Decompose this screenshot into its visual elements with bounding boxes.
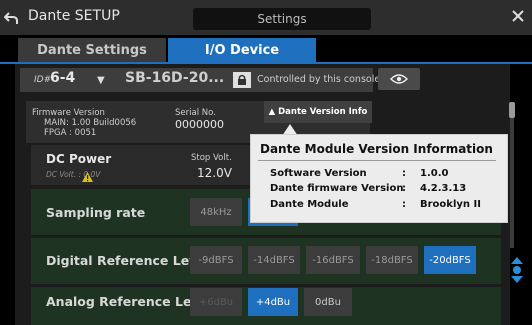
serial-value: 0000000 (175, 118, 224, 131)
scrollbar-track[interactable] (510, 102, 514, 248)
digital-ref-option[interactable]: -18dBFS (366, 246, 418, 274)
firmware-main-version: MAIN: 1.00 Build0056 (44, 118, 137, 128)
dc-power-title: DC Power (46, 152, 112, 166)
close-button[interactable] (508, 6, 528, 26)
settings-button[interactable]: Settings (193, 8, 371, 30)
scrollbar-thumb[interactable] (509, 102, 515, 118)
controlled-status: Controlled by this console (257, 74, 381, 85)
digital-ref-option[interactable]: -14dBFS (248, 246, 300, 274)
popup-row-sep: : (402, 199, 406, 210)
popup-row-value: 4.2.3.13 (420, 183, 467, 194)
sampling-rate-label: Sampling rate (46, 205, 146, 220)
popup-title: Dante Module Version Information (260, 142, 493, 156)
tab-bar: Dante Settings I/O Device (0, 38, 532, 64)
firmware-fpga-version: FPGA : 0051 (44, 128, 97, 138)
dante-version-info-button[interactable]: ▲ Dante Version Info (264, 101, 372, 123)
firmware-label: Firmware Version (32, 108, 105, 118)
popup-row-label: Dante Module (270, 199, 349, 210)
app-title: Dante SETUP (28, 8, 120, 24)
stop-volt-value[interactable]: 12.0V (197, 166, 232, 180)
popup-row-sep: : (402, 168, 406, 179)
device-id-value[interactable]: 6-4 (50, 70, 75, 86)
digital-ref-option[interactable]: -9dBFS (190, 246, 242, 274)
popup-row-value: Brooklyn II (420, 199, 481, 210)
tab-dante-settings[interactable]: Dante Settings (18, 38, 166, 62)
identify-button[interactable] (378, 68, 420, 90)
id-prefix: ID# (34, 75, 52, 85)
back-button[interactable] (0, 0, 22, 35)
digital-ref-option[interactable]: -16dBFS (306, 246, 360, 274)
digital-ref-option-selected[interactable]: -20dBFS (424, 246, 476, 274)
eye-icon (390, 74, 408, 84)
stop-volt-label: Stop Volt. (191, 153, 232, 163)
popup-row-sep: : (402, 183, 406, 194)
popup-divider (258, 160, 496, 161)
device-name: SB-16D-20... (125, 70, 225, 86)
lock-icon (233, 72, 251, 88)
scroll-spinner-icon[interactable] (509, 255, 525, 285)
popup-row-label: Software Version (270, 168, 367, 179)
digital-ref-label: Digital Reference Level (46, 253, 211, 268)
analog-ref-option[interactable]: 0dBu (304, 288, 352, 316)
warning-icon (82, 167, 93, 182)
serial-label: Serial No. (175, 108, 216, 118)
analog-ref-option-selected[interactable]: +4dBu (248, 288, 298, 316)
back-arrow-icon (4, 11, 18, 24)
popup-row-value: 1.0.0 (420, 168, 449, 179)
analog-ref-option[interactable]: +6dBu (190, 288, 242, 316)
sampling-rate-48k[interactable]: 48kHz (190, 198, 242, 226)
tab-io-device[interactable]: I/O Device (168, 38, 316, 62)
analog-ref-label: Analog Reference Level (46, 294, 213, 309)
chevron-down-icon[interactable]: ▼ (97, 75, 105, 86)
popup-row-label: Dante firmware Version (270, 183, 404, 194)
close-icon (512, 10, 524, 22)
